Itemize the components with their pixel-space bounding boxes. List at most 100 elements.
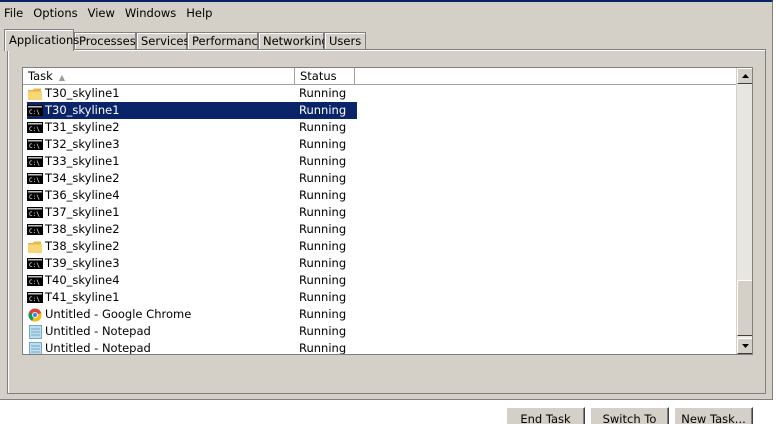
task-name: T40_skyline4 [45,273,120,287]
task-cell: C:\ T31_skyline2 [27,119,295,136]
svg-text:C:\: C:\ [29,177,40,184]
task-cell: T30_skyline1 [27,85,295,102]
task-row[interactable]: Untitled - Notepad Running [23,340,737,355]
status-cell: Running [299,256,347,270]
task-row[interactable]: C:\ T37_skyline1 Running [23,204,737,221]
task-list[interactable]: Task ▲ Status T30_skyline1 Running C:\ T30_s… [22,67,753,355]
console-icon: C:\ [27,274,43,288]
task-name: T32_skyline3 [45,137,120,151]
tab-processes[interactable]: Processes [74,32,136,50]
console-icon: C:\ [27,121,43,135]
console-icon: C:\ [27,104,43,118]
task-row[interactable]: C:\ T41_skyline1 Running [23,289,737,306]
menu-view[interactable]: View [84,2,121,24]
task-row[interactable]: C:\ T34_skyline2 Running [23,170,737,187]
sort-ascending-icon: ▲ [58,73,65,82]
end-task-button[interactable]: End Task [506,407,585,424]
task-cell: C:\ T34_skyline2 [27,170,295,187]
status-cell: Running [299,120,347,134]
task-rows: T30_skyline1 Running C:\ T30_skyline1 Runnin… [23,85,737,355]
tab-services[interactable]: Services [136,32,190,50]
task-name: T36_skyline4 [45,188,120,202]
task-name: T31_skyline2 [45,120,120,134]
svg-text:C:\: C:\ [29,126,40,133]
task-cell: C:\ T37_skyline1 [27,204,295,221]
task-cell: C:\ T38_skyline2 [27,221,295,238]
new-task-button[interactable]: New Task... [674,407,753,424]
task-row[interactable]: C:\ T33_skyline1 Running [23,153,737,170]
menu-windows[interactable]: Windows [121,2,182,24]
status-cell: Running [299,154,347,168]
chrome-icon [27,308,43,322]
task-name: T38_skyline2 [45,239,120,253]
status-cell: Running [299,290,347,304]
column-status-label: Status [300,69,337,83]
console-icon: C:\ [27,206,43,220]
task-row[interactable]: C:\ T40_skyline4 Running [23,272,737,289]
task-cell: C:\ T32_skyline3 [27,136,295,153]
tab-applications[interactable]: Applications [4,29,79,51]
task-row[interactable]: Untitled - Notepad Running [23,323,737,340]
scroll-down-button[interactable] [737,338,752,354]
task-cell: C:\ T40_skyline4 [27,272,295,289]
svg-text:C:\: C:\ [29,211,40,218]
svg-text:C:\: C:\ [29,109,40,116]
folder-icon [27,240,43,254]
scroll-up-button[interactable] [737,68,752,84]
task-name: T38_skyline2 [45,222,120,236]
task-row[interactable]: T30_skyline1 Running [23,85,737,102]
task-row[interactable]: C:\ T31_skyline2 Running [23,119,737,136]
task-row[interactable]: C:\ T36_skyline4 Running [23,187,737,204]
svg-text:C:\: C:\ [29,143,40,150]
task-name: Untitled - Notepad [45,341,151,355]
status-cell: Running [299,188,347,202]
svg-text:C:\: C:\ [29,262,40,269]
console-icon: C:\ [27,155,43,169]
menu-help[interactable]: Help [182,2,218,24]
task-cell: C:\ T39_skyline3 [27,255,295,272]
svg-text:C:\: C:\ [29,194,40,201]
applications-panel: Task ▲ Status T30_skyline1 Running C:\ T30_s… [7,49,766,424]
task-name: T41_skyline1 [45,290,120,304]
status-cell: Running [299,239,347,253]
task-name: T30_skyline1 [45,103,120,117]
task-row[interactable]: C:\ T30_skyline1 Running [23,102,737,119]
tab-users[interactable]: Users [324,32,366,50]
svg-text:C:\: C:\ [29,228,40,235]
notepad-icon [27,324,43,339]
task-name: T39_skyline3 [45,256,120,270]
task-cell: Untitled - Google Chrome [27,306,295,323]
switch-to-button[interactable]: Switch To [590,407,669,424]
task-cell: C:\ T36_skyline4 [27,187,295,204]
task-cell: C:\ T33_skyline1 [27,153,295,170]
status-cell: Running [299,324,347,338]
list-header: Task ▲ Status [23,68,737,85]
status-cell: Running [299,86,347,100]
status-cell: Running [299,341,347,355]
folder-icon [27,87,43,101]
task-row[interactable]: Untitled - Google Chrome Running [23,306,737,323]
menu-file[interactable]: File [0,2,29,24]
task-row[interactable]: T38_skyline2 Running [23,238,737,255]
status-cell: Running [299,307,347,321]
task-row[interactable]: C:\ T32_skyline3 Running [23,136,737,153]
notepad-icon [27,341,43,354]
tab-performance[interactable]: Performance [187,32,265,50]
task-name: T37_skyline1 [45,205,120,219]
task-name: T30_skyline1 [45,86,120,100]
arrow-down-icon [741,344,749,348]
task-row[interactable]: C:\ T38_skyline2 Running [23,221,737,238]
column-task[interactable]: Task ▲ [23,68,295,84]
task-cell: C:\ T41_skyline1 [27,289,295,306]
column-status[interactable]: Status [295,68,355,84]
menu-options[interactable]: Options [29,2,83,24]
task-name: Untitled - Notepad [45,324,151,338]
task-row[interactable]: C:\ T39_skyline3 Running [23,255,737,272]
status-cell: Running [299,205,347,219]
scroll-thumb[interactable] [737,280,752,336]
vertical-scrollbar[interactable] [736,68,752,354]
tab-networking[interactable]: Networking [258,32,329,50]
task-cell: Untitled - Notepad [27,323,295,340]
task-cell: T38_skyline2 [27,238,295,255]
console-icon: C:\ [27,291,43,305]
